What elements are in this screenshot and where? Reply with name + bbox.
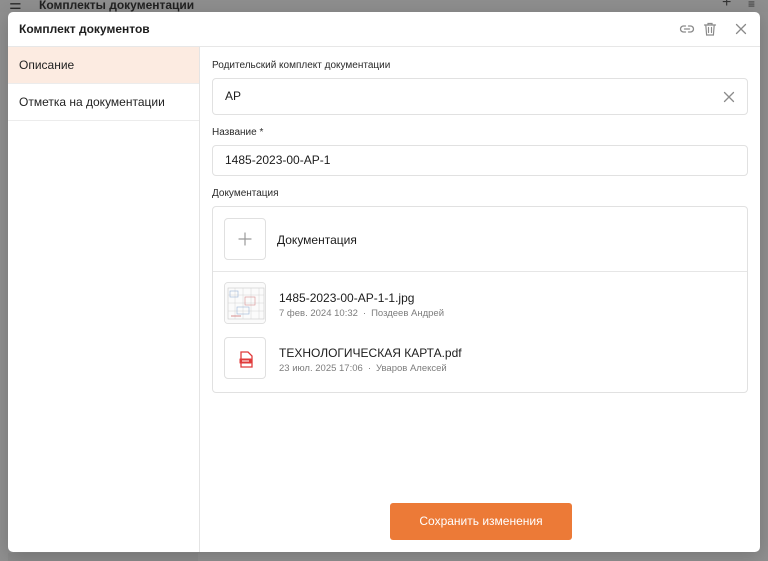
file-item[interactable]: ТЕХНОЛОГИЧЕСКАЯ КАРТА.pdf 23 июл. 2025 1…: [224, 337, 734, 381]
pdf-file-icon: [239, 351, 253, 368]
document-set-modal: Комплект документов Описание Отметка на: [8, 12, 760, 552]
sidebar: Описание Отметка на документации: [8, 47, 200, 552]
name-input[interactable]: 1485-2023-00-АР-1: [212, 145, 748, 176]
image-thumbnail: [224, 282, 266, 324]
file-name: 1485-2023-00-АР-1-1.jpg: [279, 291, 415, 305]
file-meta: 7 фев. 2024 10:32 · Поздеев Андрей: [279, 308, 445, 319]
background-app-title: Комплекты документации: [39, 0, 195, 12]
file-date: 7 фев. 2024 10:32: [279, 308, 358, 319]
parent-set-label: Родительский комплект документации: [212, 60, 391, 71]
parent-set-select[interactable]: АР: [212, 78, 748, 115]
save-changes-button[interactable]: Сохранить изменения: [390, 503, 572, 540]
sidebar-item-documentation-mark[interactable]: Отметка на документации: [8, 84, 199, 121]
add-document-row: Документация: [213, 207, 747, 272]
file-item[interactable]: 1485-2023-00-АР-1-1.jpg 7 фев. 2024 10:3…: [224, 282, 734, 326]
add-document-label: Документация: [277, 233, 357, 247]
name-value: 1485-2023-00-АР-1: [225, 153, 331, 167]
documentation-label: Документация: [212, 188, 279, 199]
file-author: Уваров Алексей: [375, 363, 447, 374]
link-icon[interactable]: [679, 21, 695, 37]
file-date: 23 июл. 2025 17:06: [279, 363, 363, 374]
modal-header: Комплект документов: [8, 12, 760, 47]
add-document-button[interactable]: [224, 218, 266, 260]
background-app-header: ☰ Комплекты документации + ≡: [0, 0, 768, 12]
main-content: Родительский комплект документации АР На…: [212, 47, 748, 552]
file-name: ТЕХНОЛОГИЧЕСКАЯ КАРТА.pdf: [279, 346, 462, 360]
background-footer: [8, 553, 198, 561]
name-label: Название *: [212, 127, 264, 138]
clear-icon[interactable]: [722, 90, 736, 104]
background-plus-icon: +: [722, 0, 732, 11]
parent-set-value: АР: [225, 89, 242, 103]
trash-icon[interactable]: [702, 21, 718, 37]
file-author: Поздеев Андрей: [371, 308, 445, 319]
plus-icon: [238, 232, 252, 246]
file-meta: 23 июл. 2025 17:06 · Уваров Алексей: [279, 363, 447, 374]
sidebar-item-description[interactable]: Описание: [8, 47, 199, 84]
documentation-box: Документация 1485-2023-00-АР-1-1.jpg 7 ф…: [212, 206, 748, 393]
close-icon[interactable]: [733, 21, 749, 37]
background-filter-icon: ≡: [748, 0, 756, 11]
pdf-thumbnail: [224, 337, 266, 379]
menu-icon: ☰: [9, 0, 22, 12]
modal-title: Комплект документов: [19, 22, 150, 36]
